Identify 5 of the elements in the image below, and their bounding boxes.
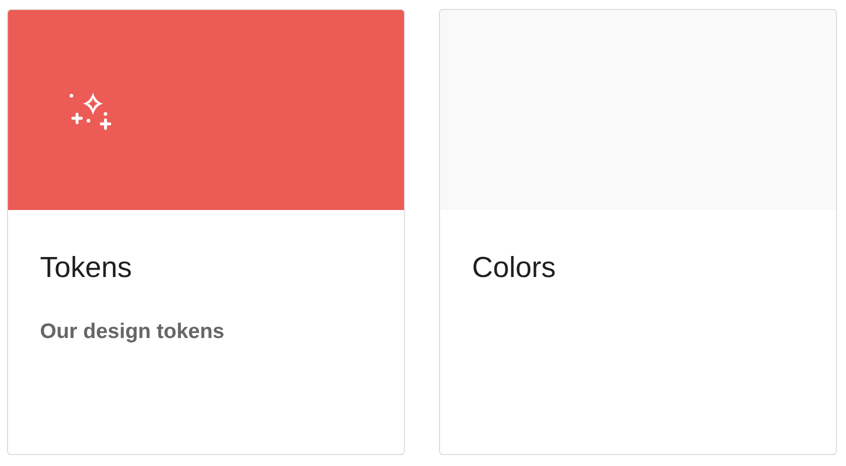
card[interactable]: Tokens Our design tokens (7, 9, 405, 455)
card-title: Tokens (40, 251, 133, 286)
card-description: Our design tokens (40, 320, 226, 344)
card-title: Colors (472, 251, 557, 286)
card[interactable]: Colors (439, 9, 837, 455)
